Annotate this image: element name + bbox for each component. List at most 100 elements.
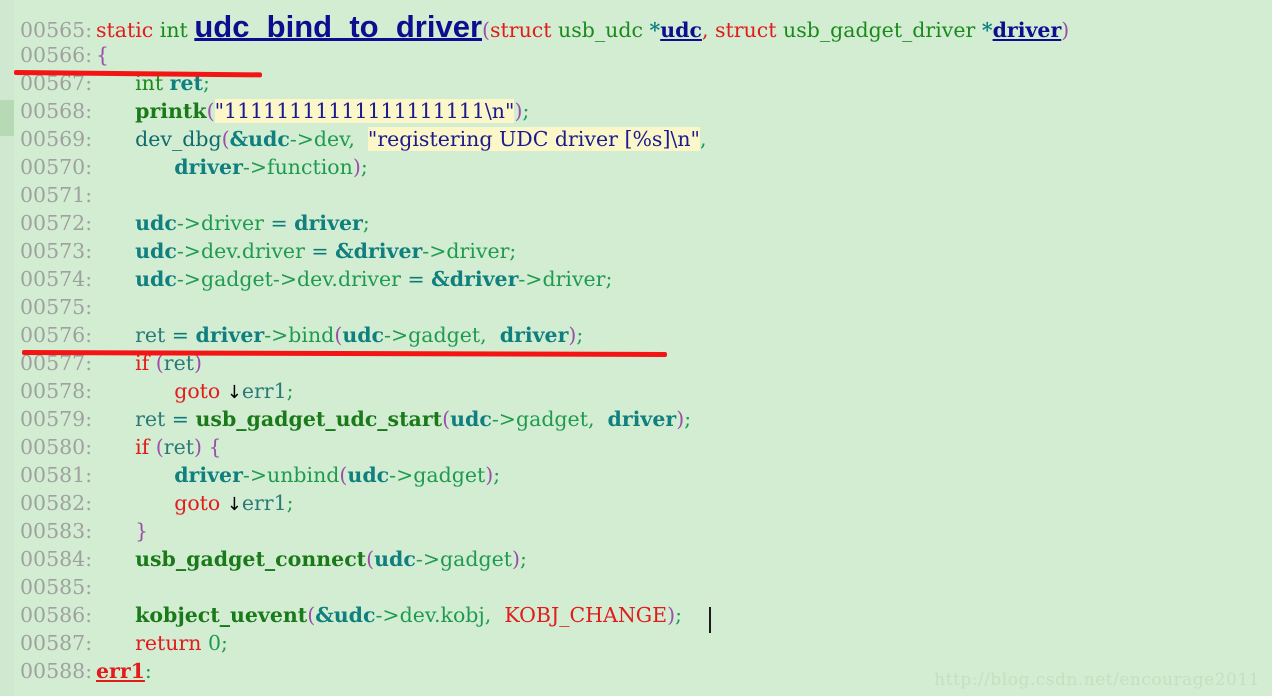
token-comma: , [480,323,500,347]
token-call-usb-gadget-connect[interactable]: usb_gadget_connect [135,547,366,571]
token-assign: = [304,239,336,263]
token-arg-udc[interactable]: udc [342,323,384,347]
token-amp: & [431,267,450,291]
token-member-dev-kobj: dev.kobj [399,603,485,627]
code-line[interactable]: 00585: [0,573,1272,601]
token-amp-udc: &udc [229,127,290,151]
watermark-url: http://blog.csdn.net/encourage2011 [934,670,1260,690]
token-comma: , [348,127,368,151]
token-var-driver[interactable]: driver [354,239,423,263]
token-paren-open: ( [482,18,491,42]
code-line[interactable]: 00568: printk("11111111111111111111\n"); [0,97,1272,125]
token-brace-open: { [201,435,222,459]
code-line[interactable]: 00573: udc->dev.driver = &driver->driver… [0,237,1272,265]
token-arg-udc[interactable]: udc [374,547,416,571]
line-number: 00569: [20,127,93,151]
token-arg-driver[interactable]: driver [608,407,677,431]
token-arg-udc[interactable]: udc [347,463,389,487]
token-var-driver[interactable]: driver [450,267,519,291]
code-line[interactable]: 00583: } [0,517,1272,545]
line-number: 00582: [20,491,93,515]
token-param-udc[interactable]: udc [660,18,702,42]
token-string-literal: "11111111111111111111\n" [214,99,515,123]
token-arrow: -> [375,603,400,627]
token-call-printk[interactable]: printk [135,99,207,123]
line-number: 00578: [20,379,93,403]
code-line[interactable]: 00584: usb_gadget_connect(udc->gadget); [0,545,1272,573]
token-arg-driver[interactable]: driver [500,323,569,347]
token-var-ret[interactable]: ret [135,407,165,431]
line-number: 00583: [20,519,93,543]
token-call-unbind[interactable]: unbind [267,463,339,487]
line-number: 00572: [20,211,93,235]
token-var-driver[interactable]: driver [174,463,243,487]
code-line[interactable]: 00569: dev_dbg(&udc->dev, "registering U… [0,125,1272,153]
code-line[interactable]: 00578: goto ↓err1; [0,377,1272,405]
token-label-definition-err1[interactable]: err1 [96,659,145,683]
token-var-ret[interactable]: ret [164,435,194,459]
code-line[interactable]: 00575: [0,293,1272,321]
code-line[interactable]: 00576: ret = driver->bind(udc->gadget, d… [0,321,1272,349]
token-arrow: -> [415,547,440,571]
token-keyword-goto: goto [174,379,221,403]
token-var-udc[interactable]: udc [135,239,177,263]
code-line[interactable]: 00570: driver->function); [0,153,1272,181]
token-label-err1[interactable]: err1 [242,379,287,403]
token-var-driver[interactable]: driver [174,155,243,179]
line-number: 00574: [20,267,93,291]
token-arrow: -> [242,155,267,179]
code-line[interactable]: 00579: ret = usb_gadget_udc_start(udc->g… [0,405,1272,433]
token-arrow-2: -> [422,239,447,263]
token-semicolon: ; [675,603,683,627]
text-caret [709,607,711,633]
token-var-ret[interactable]: ret [135,323,165,347]
token-semicolon: ; [221,631,228,655]
token-arrow: -> [491,407,516,431]
token-var-driver[interactable]: driver [294,211,363,235]
token-call-kobject-uevent[interactable]: kobject_uevent [135,603,307,627]
code-line[interactable]: 00581: driver->unbind(udc->gadget); [0,461,1272,489]
line-number: 00571: [20,183,93,207]
token-semicolon: ; [360,155,368,179]
code-line[interactable]: 00586: kobject_uevent(&udc->dev.kobj, KO… [0,601,1272,629]
token-semicolon: ; [684,407,692,431]
token-member-gadget: gadget [408,323,481,347]
token-arrow: -> [289,127,314,151]
code-line[interactable]: 00566:{ [0,41,1272,69]
token-assign: = [165,407,196,431]
token-type-usb-gadget-driver: usb_gadget_driver [783,18,976,42]
token-param-driver[interactable]: driver [993,18,1062,42]
line-number: 00580: [20,435,93,459]
token-type-int: int [159,18,188,42]
token-arrow-2: -> [272,267,298,291]
token-call-bind[interactable]: bind [288,323,334,347]
token-arg-udc[interactable]: udc [450,407,492,431]
code-line[interactable]: 00565: static int udc_bind_to_driver(stru… [0,11,1272,42]
token-star: * [649,18,661,42]
token-call-dev-dbg[interactable]: dev_dbg [135,127,221,151]
token-arrow-3: -> [518,267,543,291]
token-comma-2: , [699,127,707,151]
code-line[interactable]: 00571: [0,181,1272,209]
line-number: 00565: [20,18,93,42]
token-member-driver: driver [200,211,264,235]
line-number: 00581: [20,463,93,487]
code-line[interactable]: 00574: udc->gadget->dev.driver = &driver… [0,265,1272,293]
line-number: 00587: [20,631,93,655]
code-line[interactable]: 00572: udc->driver = driver; [0,209,1272,237]
code-line[interactable]: 00587: return 0; [0,629,1272,657]
token-var-udc[interactable]: udc [135,211,177,235]
code-line[interactable]: 00580: if (ret) { [0,433,1272,461]
token-call-usb-gadget-udc-start[interactable]: usb_gadget_udc_start [196,407,443,431]
token-var-udc[interactable]: udc [135,267,177,291]
token-star-2: * [981,18,993,42]
goto-down-arrow-icon[interactable]: ↓ [227,494,242,515]
token-label-err1[interactable]: err1 [242,491,287,515]
token-function-name[interactable]: udc_bind_to_driver [194,9,482,44]
goto-down-arrow-icon[interactable]: ↓ [227,382,242,403]
code-line[interactable]: 00582: goto ↓err1; [0,489,1272,517]
token-arrow-2: -> [384,323,409,347]
token-var-driver[interactable]: driver [196,323,265,347]
token-colon: : [144,659,152,683]
line-number: 00573: [20,239,93,263]
